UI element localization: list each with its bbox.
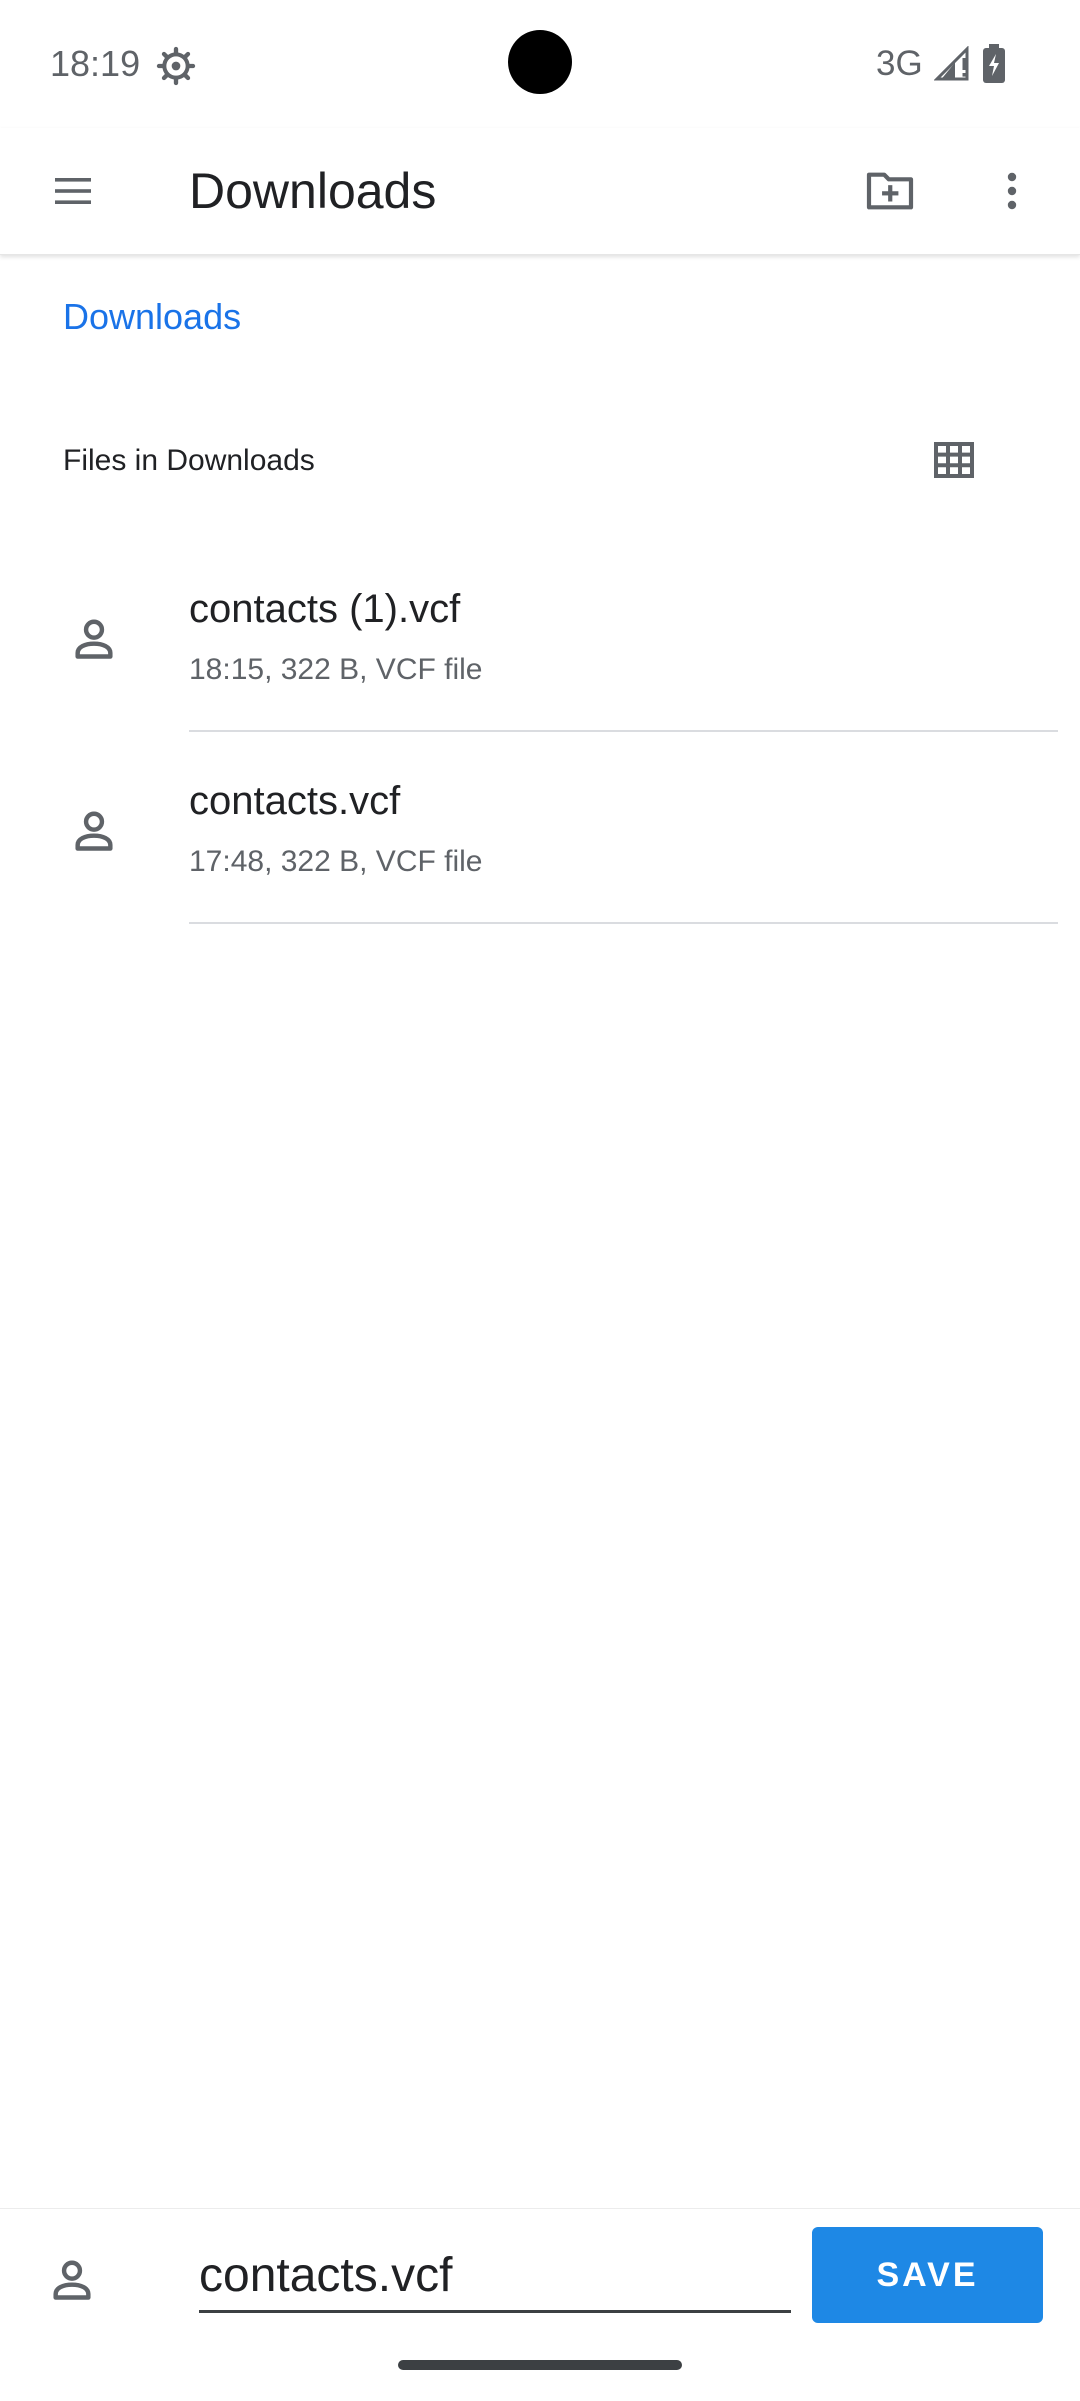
new-folder-icon: [866, 172, 914, 210]
more-vert-icon: [1007, 172, 1017, 210]
status-time: 18:19: [50, 43, 141, 84]
grid-view-button[interactable]: [918, 424, 990, 496]
more-options-button[interactable]: [976, 155, 1048, 227]
file-row[interactable]: contacts.vcf 17:48, 322 B, VCF file: [0, 732, 1080, 924]
file-row[interactable]: contacts (1).vcf 18:15, 322 B, VCF file: [0, 540, 1080, 732]
contact-file-icon: [75, 619, 113, 659]
camera-cutout: [508, 30, 572, 94]
section-title: Files in Downloads: [63, 444, 315, 477]
page-title: Downloads: [189, 163, 437, 219]
grid-view-icon: [934, 442, 974, 478]
new-folder-button[interactable]: [854, 155, 926, 227]
file-list: contacts (1).vcf 18:15, 322 B, VCF file …: [0, 540, 1080, 924]
file-meta: 17:48, 322 B, VCF file: [189, 845, 483, 878]
navigation-handle[interactable]: [398, 2360, 682, 2370]
file-name: contacts (1).vcf: [189, 587, 461, 631]
filename-input[interactable]: [199, 2241, 791, 2313]
menu-button[interactable]: [37, 155, 109, 227]
save-button[interactable]: SAVE: [812, 2227, 1043, 2323]
breadcrumb-downloads[interactable]: Downloads: [63, 296, 241, 338]
settings-gear-icon: [156, 46, 196, 86]
signal-icon: [934, 46, 969, 81]
app-bar: Downloads: [0, 128, 1080, 255]
file-name: contacts.vcf: [189, 779, 401, 823]
contact-file-icon: [53, 2260, 91, 2300]
battery-charging-icon: [983, 44, 1005, 83]
file-meta: 18:15, 322 B, VCF file: [189, 653, 483, 686]
network-type: 3G: [876, 44, 923, 83]
contact-file-icon: [75, 811, 113, 851]
menu-icon: [55, 178, 91, 204]
save-bar: SAVE: [0, 2208, 1080, 2401]
status-bar: 18:19 3G: [0, 0, 1080, 128]
divider: [189, 922, 1058, 924]
